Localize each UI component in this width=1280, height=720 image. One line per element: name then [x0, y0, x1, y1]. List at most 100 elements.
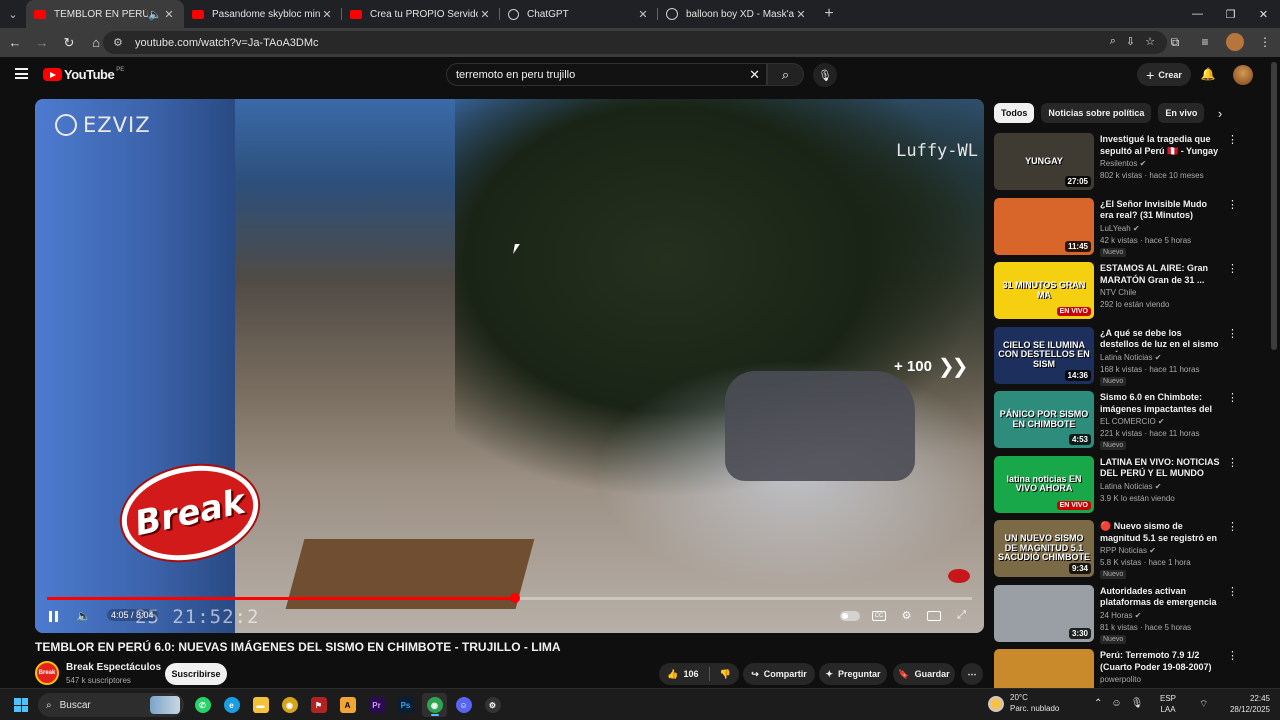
chrome-icon[interactable]: ◉ — [422, 693, 447, 717]
settings-gear-icon[interactable]: ⚙ — [898, 608, 915, 623]
edge-icon[interactable]: e — [219, 693, 244, 717]
more-options-icon[interactable]: ⋮ — [1227, 651, 1238, 662]
video-thumbnail[interactable]: UN NUEVO SISMO DE MAGNITUD 5.1 SACUDIÓ C… — [994, 520, 1094, 577]
recommendation-channel[interactable]: EL COMERCIO ✔ — [1100, 417, 1165, 426]
close-tab-icon[interactable]: ✕ — [320, 8, 334, 21]
recommendation-title[interactable]: Sismo 6.0 en Chimbote: imágenes impactan… — [1100, 392, 1222, 416]
more-options-icon[interactable]: ⋮ — [1227, 586, 1238, 598]
subscribe-button[interactable]: Suscribirse — [165, 663, 227, 685]
address-bar[interactable]: ⚙ youtube.com/watch?v=Ja-TAoA3DMc ⌕ ⇩ ☆ — [103, 31, 1167, 54]
recommendation-item[interactable]: CIELO SE ILUMINA CON DESTELLOS EN SISM 14… — [994, 326, 1244, 386]
chip-en-vivo[interactable]: En vivo — [1158, 103, 1205, 123]
recommendation-channel[interactable]: Resilentos ✔ — [1100, 159, 1146, 168]
network-icon[interactable]: ⌔ — [1199, 698, 1208, 711]
page-scrollbar[interactable] — [1271, 62, 1277, 350]
more-options-icon[interactable]: ⋮ — [1227, 522, 1238, 533]
whatsapp-icon[interactable]: ✆ — [190, 693, 215, 717]
language-indicator[interactable]: ESP LAA — [1160, 694, 1176, 716]
steam-icon[interactable]: ⚙ — [480, 693, 505, 717]
recommendation-item[interactable]: 11:45 ¿El Señor Invisible Mudo era real? … — [994, 197, 1244, 257]
more-options-icon[interactable]: ⋮ — [1227, 199, 1238, 211]
close-window-icon[interactable]: ✕ — [1247, 0, 1280, 28]
forward-icon[interactable]: → — [30, 31, 54, 55]
new-tab-icon[interactable]: + — [816, 5, 842, 23]
tab-search-icon[interactable]: ⌄ — [0, 0, 26, 28]
hamburger-menu-icon[interactable] — [15, 68, 28, 79]
clear-search-icon[interactable]: ✕ — [749, 67, 760, 83]
install-icon[interactable]: ⇩ — [1126, 35, 1135, 48]
tray-chevron-icon[interactable]: ⌃ — [1094, 698, 1102, 709]
close-tab-icon[interactable]: ✕ — [794, 8, 808, 21]
recommendation-channel[interactable]: NTV Chile — [1100, 288, 1136, 297]
back-icon[interactable]: ← — [3, 31, 27, 55]
more-options-icon[interactable]: ⋮ — [1227, 328, 1238, 340]
browser-tab-3[interactable]: Crea tu PROPIO Servidor de M ✕ — [342, 0, 500, 28]
subtitles-icon[interactable]: CC — [872, 610, 886, 621]
tray-app-icon[interactable]: ☺ — [1111, 698, 1121, 709]
like-count[interactable]: 106 — [683, 669, 698, 679]
recommendation-channel[interactable]: powerpolito — [1100, 675, 1141, 684]
bookmark-star-icon[interactable]: ☆ — [1145, 35, 1155, 48]
video-thumbnail[interactable]: latina noticias EN VIVO AHORA EN VIVO — [994, 455, 1094, 513]
restore-icon[interactable]: ❐ — [1214, 0, 1247, 28]
recommendation-channel[interactable]: RPP Noticias ✔ — [1100, 546, 1156, 555]
save-button[interactable]: 🔖 Guardar — [893, 663, 955, 685]
video-thumbnail[interactable]: YUNGAY 27:05 — [994, 133, 1094, 190]
video-thumbnail[interactable]: 3:30 — [994, 584, 1094, 642]
pause-button[interactable] — [49, 608, 61, 624]
browser-tab-2[interactable]: Pasandome skybloc minecraft ✕ — [184, 0, 342, 28]
recommendation-title[interactable]: Autoridades activan plataformas de emerg… — [1100, 586, 1222, 610]
autoplay-toggle[interactable] — [840, 610, 860, 621]
recommendation-channel[interactable]: Latina Noticias ✔ — [1100, 353, 1161, 362]
volume-icon[interactable]: 🔈 — [76, 608, 91, 624]
more-options-icon[interactable]: ⋮ — [1227, 457, 1238, 469]
recommendation-item[interactable]: latina noticias EN VIVO AHORA EN VIVO LATI… — [994, 455, 1244, 515]
recommendation-title[interactable]: ESTAMOS AL AIRE: Gran MARATÓN Gran de 31… — [1100, 263, 1222, 286]
search-input[interactable]: terremoto en peru trujillo ✕ — [446, 63, 767, 86]
chip-todos[interactable]: Todos — [994, 103, 1035, 123]
recommendation-channel[interactable]: 24 Horas ✔ — [1100, 611, 1141, 620]
menu-dots-icon[interactable]: ⋮ — [1256, 31, 1274, 53]
recommendation-channel[interactable]: Latina Noticias ✔ — [1100, 482, 1161, 491]
browser-tab-1[interactable]: TEMBLOR EN PERÚ 6.0: NU 🔈 ✕ — [26, 0, 184, 28]
minimize-icon[interactable]: — — [1181, 0, 1214, 28]
recommendation-title[interactable]: 🔴 Nuevo sismo de magnitud 5.1 se registr… — [1100, 521, 1222, 545]
recommendation-item[interactable]: 3:30 Autoridades activan plataformas de e… — [994, 584, 1244, 644]
mic-tray-icon[interactable]: 🎙 — [1131, 698, 1144, 709]
taskbar-clock[interactable]: 22:45 28/12/2025 — [1222, 694, 1270, 716]
recommendation-item[interactable]: UN NUEVO SISMO DE MAGNITUD 5.1 SACUDIÓ C… — [994, 520, 1244, 579]
channel-avatar[interactable]: Break — [35, 661, 59, 685]
recommendation-item[interactable]: PÁNICO POR SISMO EN CHIMBOTE 4:53 Sismo 6.… — [994, 391, 1244, 450]
illustrator-icon[interactable]: A — [335, 693, 360, 717]
chevron-right-icon[interactable]: › — [1211, 103, 1229, 123]
browser-tab-5[interactable]: balloon boy XD - Mask'ana Go ✕ — [658, 0, 816, 28]
progress-bar[interactable] — [47, 593, 972, 603]
discord-icon[interactable]: ☺ — [451, 693, 476, 717]
account-avatar[interactable] — [1233, 65, 1253, 85]
more-options-icon[interactable]: ⋮ — [1227, 393, 1238, 404]
speaker-icon[interactable]: 🔈 — [148, 8, 162, 21]
youtube-logo[interactable]: YouTube PE — [43, 67, 124, 82]
chrome-canary-icon[interactable]: ◉ — [277, 693, 302, 717]
recommendation-title[interactable]: LATINA EN VIVO: NOTICIAS DEL PERÚ Y EL M… — [1100, 457, 1222, 480]
more-options-icon[interactable]: ⋮ — [1227, 135, 1238, 146]
video-player[interactable]: EZVIZ Luffy-WL 25 21:52:2 Break + 100 ❯❯… — [35, 99, 984, 633]
chip-noticias-politica[interactable]: Noticias sobre política — [1041, 103, 1152, 123]
share-button[interactable]: ↪ Compartir — [743, 663, 815, 685]
ask-button[interactable]: ✦ Preguntar — [819, 663, 887, 685]
recommendation-title[interactable]: ¿A qué se debe los destellos de luz en e… — [1100, 328, 1222, 352]
game-icon[interactable]: ⚑ — [306, 693, 331, 717]
notifications-bell-icon[interactable]: 🔔 — [1199, 65, 1217, 83]
voice-search-button[interactable]: 🎙 — [813, 63, 837, 87]
file-explorer-icon[interactable]: ▬ — [248, 693, 273, 717]
video-thumbnail[interactable]: PÁNICO POR SISMO EN CHIMBOTE 4:53 — [994, 391, 1094, 448]
search-button[interactable]: ⌕ — [767, 63, 804, 86]
more-actions-icon[interactable]: ⋯ — [961, 663, 983, 685]
more-options-icon[interactable]: ⋮ — [1227, 264, 1238, 275]
weather-widget[interactable]: 20°C Parc. nublado — [988, 693, 1059, 715]
reload-icon[interactable]: ↻ — [57, 31, 81, 55]
photoshop-icon[interactable]: Ps — [393, 693, 418, 717]
like-icon[interactable]: 👍 — [667, 669, 678, 680]
video-thumbnail[interactable]: 11:45 — [994, 197, 1094, 255]
video-thumbnail[interactable]: 31 MINUTOS GRAN MA EN VIVO — [994, 262, 1094, 319]
